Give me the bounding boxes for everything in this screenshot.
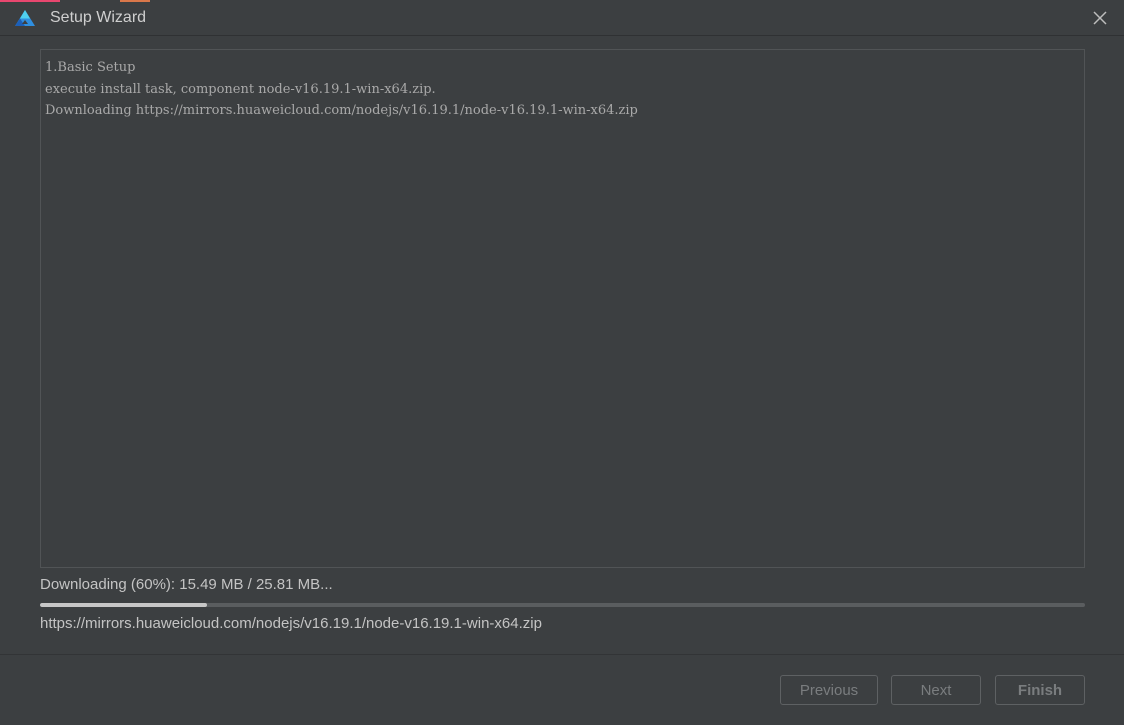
close-icon[interactable] — [1090, 8, 1110, 28]
download-url: https://mirrors.huaweicloud.com/nodejs/v… — [40, 615, 542, 632]
app-logo-icon — [14, 9, 36, 27]
setup-wizard-window: Setup Wizard 1.Basic Setup execute insta… — [0, 0, 1124, 725]
log-line: execute install task, component node-v16… — [45, 81, 436, 97]
finish-button[interactable]: Finish — [995, 675, 1085, 705]
download-progress-bar — [40, 603, 1085, 607]
window-title: Setup Wizard — [50, 9, 147, 26]
footer-divider — [0, 654, 1124, 655]
log-line: Downloading https://mirrors.huaweicloud.… — [45, 103, 638, 118]
log-line: 1.Basic Setup — [45, 60, 136, 75]
install-log-console[interactable]: 1.Basic Setup execute install task, comp… — [40, 49, 1085, 568]
previous-button[interactable]: Previous — [780, 675, 878, 705]
title-bar: Setup Wizard — [0, 0, 1124, 36]
download-progress-fill — [40, 603, 208, 607]
next-button[interactable]: Next — [891, 675, 981, 705]
download-status: Downloading (60%): 15.49 MB / 25.81 MB..… — [40, 576, 333, 593]
